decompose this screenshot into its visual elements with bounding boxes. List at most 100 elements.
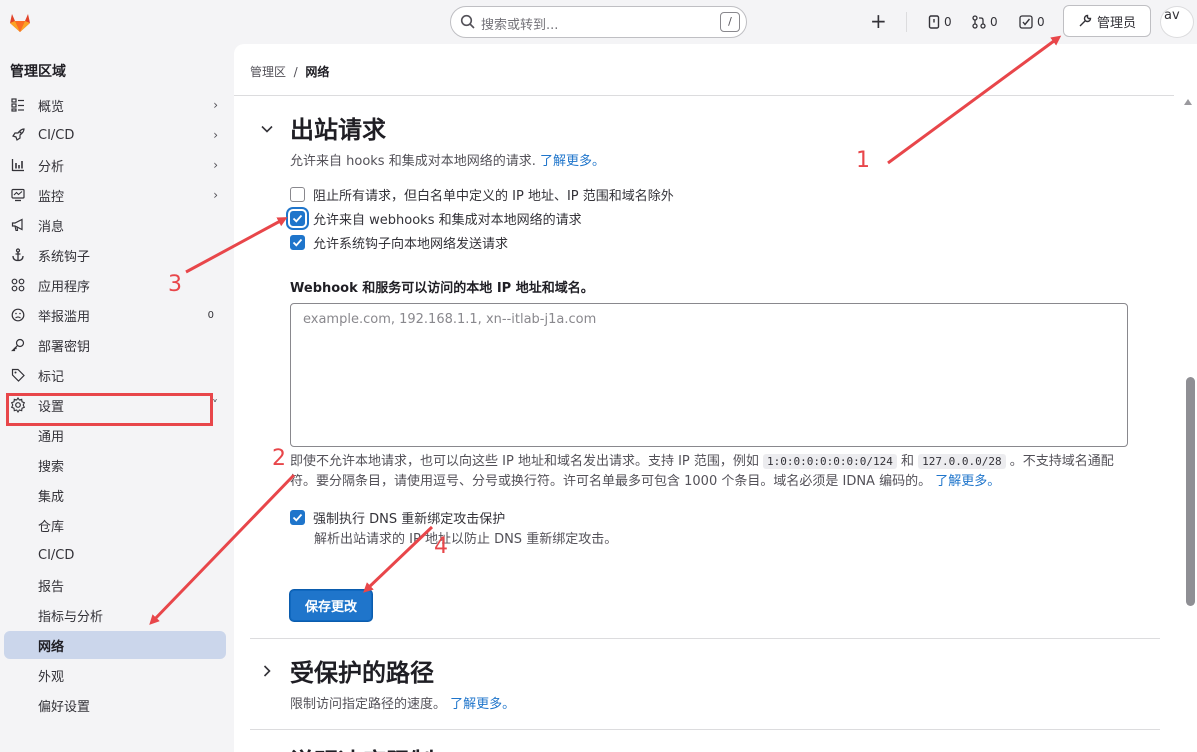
- allowlist-placeholder: example.com, 192.168.1.1, xn--itlab-j1a.…: [303, 312, 597, 327]
- chevron-right-icon: ›: [213, 158, 218, 172]
- allowlist-label: Webhook 和服务可以访问的本地 IP 地址和域名。: [290, 281, 594, 296]
- search-placeholder: 搜索或转到...: [481, 18, 559, 33]
- sidebar-sub-integrations[interactable]: 集成: [4, 481, 226, 509]
- todos-counter[interactable]: 0: [1019, 12, 1045, 32]
- rocket-icon: [4, 128, 32, 142]
- merge-requests-counter[interactable]: 0: [972, 12, 998, 32]
- dns-rebinding-option[interactable]: 强制执行 DNS 重新绑定攻击保护: [290, 508, 505, 527]
- allow-webhooks-local-option[interactable]: 允许来自 webhooks 和集成对本地网络的请求: [290, 209, 582, 228]
- checkbox-label: 阻止所有请求，但白名单中定义的 IP 地址、IP 范围和域名除外: [313, 189, 674, 204]
- sidebar-sub-appearance[interactable]: 外观: [4, 661, 226, 689]
- outbound-desc-text: 允许来自 hooks 和集成对本地网络的请求.: [290, 154, 536, 169]
- sidebar-sub-network[interactable]: 网络: [4, 631, 226, 659]
- section-divider: [250, 638, 1160, 639]
- sidebar-item-messages[interactable]: 消息: [4, 211, 226, 239]
- wrench-icon: [1079, 14, 1092, 27]
- chevron-down-icon[interactable]: [260, 122, 274, 136]
- allowlist-textarea[interactable]: example.com, 192.168.1.1, xn--itlab-j1a.…: [290, 303, 1128, 447]
- breadcrumb: 管理区 / 网络: [250, 63, 329, 80]
- sidebar-item-cicd[interactable]: CI/CD ›: [4, 121, 226, 149]
- chevron-right-icon: ›: [213, 188, 218, 202]
- user-avatar[interactable]: av: [1160, 6, 1194, 38]
- sidebar-item-label: 系统钩子: [38, 249, 91, 265]
- checkmark-icon: [292, 513, 303, 522]
- sidebar-sub-search[interactable]: 搜索: [4, 451, 226, 479]
- todo-icon: [1019, 15, 1033, 29]
- sidebar-sub-metrics[interactable]: 指标与分析: [4, 601, 226, 629]
- key-icon: [4, 338, 32, 352]
- issues-icon: [928, 15, 940, 29]
- search-shortcut-key: /: [720, 12, 740, 32]
- learn-more-link[interactable]: 了解更多。: [540, 154, 605, 169]
- avatar-broken-image-text: av: [1164, 8, 1180, 23]
- allow-webhooks-local-checkbox[interactable]: [290, 211, 305, 226]
- sidebar-item-applications[interactable]: 应用程序: [4, 271, 226, 299]
- sidebar-title: 管理区域: [10, 64, 66, 80]
- sidebar-sub-reporting[interactable]: 报告: [4, 571, 226, 599]
- sidebar-item-label: CI/CD: [38, 127, 75, 143]
- sidebar-item-label: 概览: [38, 99, 65, 115]
- help-learn-more-link[interactable]: 了解更多。: [935, 474, 1000, 489]
- sidebar-item-label: 标记: [38, 369, 65, 385]
- sidebar-sub-repository[interactable]: 仓库: [4, 511, 226, 539]
- breadcrumb-separator: /: [293, 65, 298, 79]
- annotation-number-3: 3: [168, 272, 182, 297]
- gitlab-logo-icon[interactable]: [8, 10, 32, 34]
- sidebar-sub-cicd[interactable]: CI/CD: [4, 541, 226, 569]
- issues-count: 0: [944, 15, 952, 29]
- scroll-up-arrow-icon[interactable]: [1184, 99, 1192, 105]
- merge-request-icon: [972, 15, 986, 29]
- dns-rebinding-help: 解析出站请求的 IP 地址以防止 DNS 重新绑定攻击。: [314, 532, 618, 547]
- annotation-number-4: 4: [434, 534, 448, 559]
- overview-icon: [4, 98, 32, 112]
- sidebar-item-label: 应用程序: [38, 279, 91, 295]
- admin-area-button[interactable]: 管理员: [1063, 5, 1151, 37]
- block-all-requests-option[interactable]: 阻止所有请求，但白名单中定义的 IP 地址、IP 范围和域名除外: [290, 185, 674, 204]
- dns-rebinding-checkbox[interactable]: [290, 510, 305, 525]
- checkmark-icon: [292, 238, 303, 247]
- allow-system-hooks-local-checkbox[interactable]: [290, 235, 305, 250]
- protected-paths-learn-more-link[interactable]: 了解更多。: [450, 697, 515, 712]
- create-new-icon[interactable]: +: [870, 11, 887, 31]
- section-title-next: 说明速度限制: [290, 742, 434, 752]
- bullhorn-icon: [4, 218, 32, 232]
- sidebar-item-label: 监控: [38, 189, 65, 205]
- chevron-right-icon[interactable]: [260, 664, 274, 678]
- scrollbar-thumb[interactable]: [1186, 377, 1195, 606]
- sidebar-item-analytics[interactable]: 分析 ›: [4, 151, 226, 179]
- annotation-number-2: 2: [272, 446, 286, 471]
- chevron-right-icon: ›: [213, 98, 218, 112]
- section-desc-protected-paths: 限制访问指定路径的速度。 了解更多。: [290, 693, 515, 712]
- sidebar-item-monitoring[interactable]: 监控 ›: [4, 181, 226, 209]
- monitor-icon: [4, 188, 32, 202]
- sidebar-item-system-hooks[interactable]: 系统钩子: [4, 241, 226, 269]
- topbar-divider: [906, 12, 907, 32]
- sidebar-item-abuse-reports[interactable]: 举报滥用 0: [4, 301, 226, 329]
- checkbox-label: 允许系统钩子向本地网络发送请求: [313, 237, 509, 252]
- chevron-right-icon: ›: [213, 128, 218, 142]
- main-content: 管理区 / 网络 出站请求 允许来自 hooks 和集成对本地网络的请求. 了解…: [234, 44, 1197, 752]
- sidebar-item-label: 分析: [38, 159, 65, 175]
- help-text-and: 和: [901, 454, 915, 469]
- block-all-requests-checkbox[interactable]: [290, 187, 305, 202]
- search-bar[interactable]: 搜索或转到... /: [450, 6, 747, 38]
- ip-range-example-2: 127.0.0.0/28: [918, 454, 1006, 469]
- sidebar-item-deploy-keys[interactable]: 部署密钥: [4, 331, 226, 359]
- issues-counter[interactable]: 0: [928, 12, 952, 32]
- section-title-outbound-requests: 出站请求: [290, 116, 386, 144]
- abuse-icon: [4, 308, 32, 322]
- sidebar-item-overview[interactable]: 概览 ›: [4, 91, 226, 119]
- sidebar-item-labels[interactable]: 标记: [4, 361, 226, 389]
- search-icon: [460, 14, 475, 29]
- sidebar-item-label: 举报滥用: [38, 309, 91, 325]
- help-text-part1: 即使不允许本地请求，也可以向这些 IP 地址和域名发出请求。支持 IP 范围，例…: [290, 454, 759, 469]
- breadcrumb-parent[interactable]: 管理区: [250, 65, 286, 79]
- allow-system-hooks-local-option[interactable]: 允许系统钩子向本地网络发送请求: [290, 233, 508, 252]
- sidebar-item-label: 部署密钥: [38, 339, 91, 355]
- ip-range-example-1: 1:0:0:0:0:0:0:0/124: [763, 454, 897, 469]
- sidebar-sub-preferences[interactable]: 偏好设置: [4, 691, 226, 719]
- annotation-highlight-box: [6, 393, 213, 426]
- section-divider: [250, 729, 1160, 730]
- todos-count: 0: [1037, 15, 1045, 29]
- save-changes-button[interactable]: 保存更改: [290, 590, 372, 621]
